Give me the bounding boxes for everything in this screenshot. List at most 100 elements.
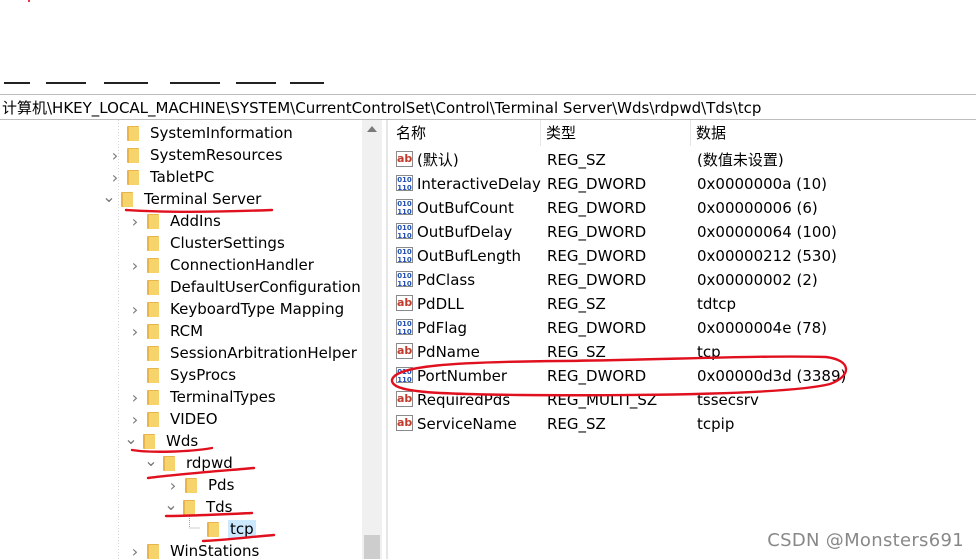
tree-node-label: AddIns [170,212,221,230]
chevron-right-icon[interactable]: › [128,298,142,320]
column-divider[interactable] [540,120,541,146]
folder-icon [127,147,139,163]
tree-node[interactable]: ⌄ rdpwd [144,449,235,474]
folder-icon [147,213,159,229]
tree-node[interactable]: › ConnectionHandler [128,254,316,276]
table-row[interactable]: ab ServiceName REG_SZ tcpip [390,412,976,436]
tree-node[interactable]: ⌄ Wds [124,427,200,452]
chevron-down-icon[interactable]: ⌄ [144,449,158,471]
tree-node[interactable]: › TabletPC [108,166,216,188]
tree-node-label: tcp [228,520,256,538]
cell-name: PortNumber [417,367,507,385]
chevron-right-icon[interactable]: › [128,254,142,276]
tree-node[interactable]: tcp [188,518,256,540]
binary-value-icon: 010 110 [396,247,413,264]
table-row[interactable]: 010 110 OutBufLength REG_DWORD 0x00000212 (5… [390,244,976,268]
folder-icon [147,345,159,361]
tree-node[interactable]: ⌄ Terminal Server [102,185,263,210]
cell-data: 0x00000212 (530) [697,247,837,265]
cell-data: 0x00000d3d (3389) [697,367,847,385]
column-header-name[interactable]: 名称 [396,120,426,146]
chevron-right-icon[interactable]: › [128,540,142,559]
cell-type: REG_SZ [547,151,606,169]
folder-icon [147,543,159,559]
scroll-thumb[interactable] [364,535,380,559]
table-row[interactable]: 010 110 PdClass REG_DWORD 0x00000002 (2) [390,268,976,292]
cell-type: REG_DWORD [547,367,647,385]
table-row[interactable]: 010 110 PortNumber REG_DWORD 0x00000d3d (338… [390,364,976,388]
tree-node[interactable]: ClusterSettings [128,232,287,254]
registry-tree[interactable]: SystemInformation › SystemResources › Tablet… [0,120,382,559]
chevron-right-icon[interactable]: › [128,210,142,232]
string-value-icon: ab [396,343,413,359]
chevron-right-icon[interactable]: › [108,144,122,166]
string-value-icon: ab [396,391,413,407]
binary-value-icon: 010 110 [396,367,413,384]
chevron-down-icon[interactable]: ⌄ [164,493,178,515]
column-header-type[interactable]: 类型 [546,120,576,146]
tree-node[interactable]: SystemInformation [108,122,295,144]
chevron-right-icon[interactable]: › [128,386,142,408]
tree-node[interactable]: SessionArbitrationHelper [128,342,359,364]
binary-value-icon: 010 110 [396,271,413,288]
tree-scrollbar[interactable] [362,120,382,559]
scroll-up-arrow-icon[interactable] [367,126,377,132]
tree-node[interactable]: › SystemResources [108,144,285,166]
tree-node-label: Pds [208,476,235,494]
tree-node[interactable]: › VIDEO [128,408,220,430]
cell-data: tssecsrv [697,391,759,409]
string-value-icon: ab [396,151,413,167]
table-row[interactable]: ab PdDLL REG_SZ tdtcp [390,292,976,316]
tree-node[interactable]: ⌄ Tds [164,493,235,518]
tree-node[interactable]: › AddIns [128,210,223,232]
table-row[interactable]: 010 110 InteractiveDelay REG_DWORD 0x0000000… [390,172,976,196]
values-list[interactable]: 名称 类型 数据 ab (默认) REG_SZ (数值未设置) 010 110 Intera… [390,120,976,559]
tree-node[interactable]: SysProcs [128,364,238,386]
table-row[interactable]: ab (默认) REG_SZ (数值未设置) [390,148,976,172]
cell-type: REG_DWORD [547,271,647,289]
table-row[interactable]: 010 110 OutBufCount REG_DWORD 0x00000006 (6) [390,196,976,220]
tree-node[interactable]: › WinStations [128,540,261,559]
chevron-right-icon[interactable]: › [128,320,142,342]
cell-data: 0x00000064 (100) [697,223,837,241]
column-divider[interactable] [690,120,691,146]
folder-icon [121,191,133,207]
cell-data: (数值未设置) [697,151,784,169]
column-header-data[interactable]: 数据 [696,120,726,146]
table-row[interactable]: 010 110 PdFlag REG_DWORD 0x0000004e (78) [390,316,976,340]
folder-icon [147,411,159,427]
tree-node[interactable]: › RCM [128,320,205,342]
cell-type: REG_SZ [547,415,606,433]
tree-node-label: ConnectionHandler [170,256,314,274]
cell-name: RequiredPds [417,391,511,409]
folder-icon [147,235,159,251]
address-bar[interactable]: 计算机\HKEY_LOCAL_MACHINE\SYSTEM\CurrentCon… [0,94,976,120]
pane-splitter[interactable] [386,120,388,559]
chevron-down-icon[interactable]: ⌄ [102,185,116,207]
cell-name: (默认) [417,151,459,169]
tree-node-label: TabletPC [150,168,215,186]
cell-type: REG_SZ [547,295,606,313]
chevron-down-icon[interactable]: ⌄ [124,427,138,449]
cell-name: PdDLL [417,295,464,313]
tree-node[interactable]: › KeyboardType Mapping [128,298,346,320]
binary-value-icon: 010 110 [396,175,413,192]
cell-name: ServiceName [417,415,517,433]
table-row[interactable]: 010 110 OutBufDelay REG_DWORD 0x00000064 (10… [390,220,976,244]
string-value-icon: ab [396,415,413,431]
tree-node-label: TerminalTypes [170,388,276,406]
tree-node[interactable]: DefaultUserConfiguration [128,276,363,298]
folder-icon [147,367,159,383]
table-row[interactable]: ab RequiredPds REG_MULTI_SZ tssecsrv [390,388,976,412]
tree-node-label: rdpwd [186,454,233,472]
folder-icon [143,433,155,449]
tree-node[interactable]: › TerminalTypes [128,386,278,408]
cell-name: PdFlag [417,319,468,337]
cell-type: REG_DWORD [547,175,647,193]
folder-icon [127,169,139,185]
table-row[interactable]: ab PdName REG_SZ tcp [390,340,976,364]
